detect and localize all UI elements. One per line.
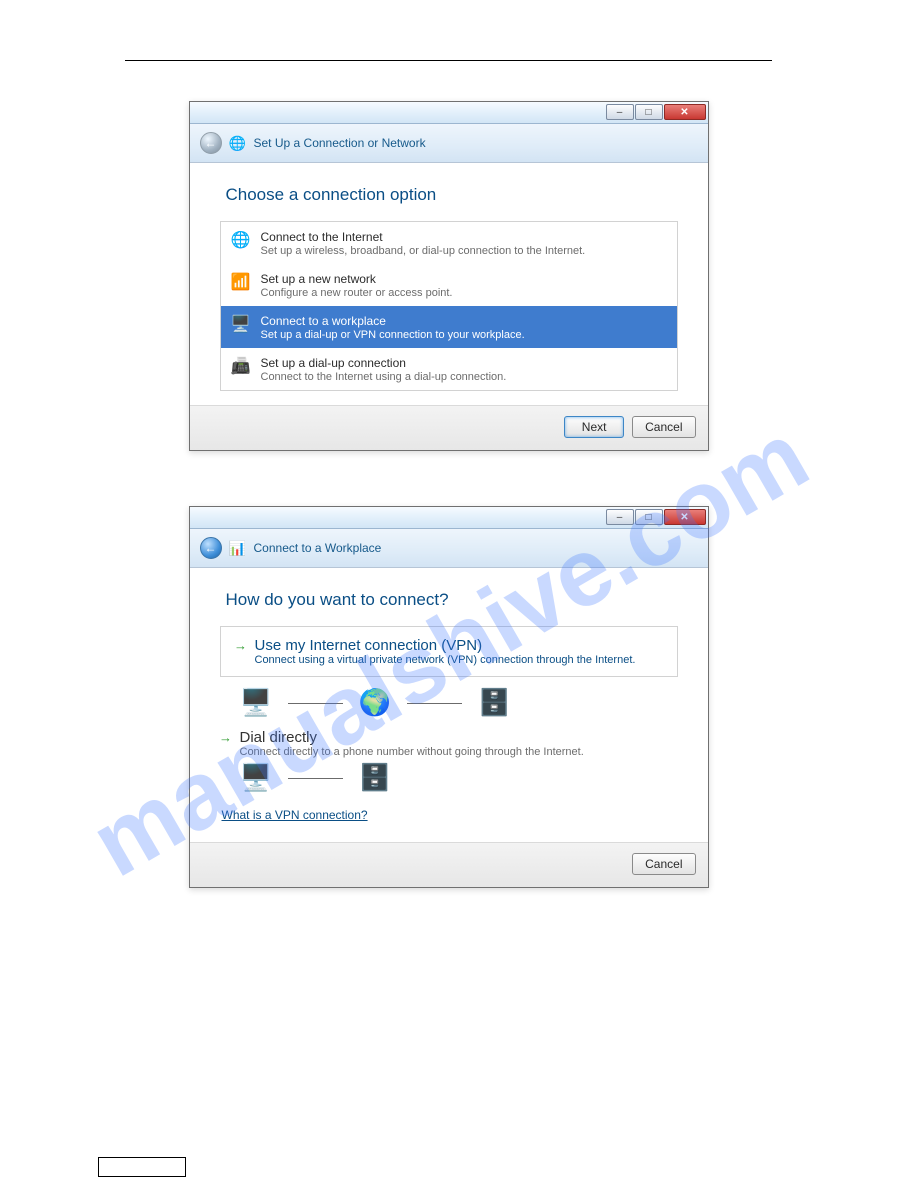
wizard-header: ← 🌐 Set Up a Connection or Network (190, 124, 708, 163)
cancel-button[interactable]: Cancel (632, 416, 695, 438)
option-subtitle: Set up a wireless, broadband, or dial-up… (261, 244, 586, 258)
maximize-button[interactable]: □ (635, 104, 663, 120)
option-setup-network[interactable]: 📶 Set up a new network Configure a new r… (221, 264, 677, 306)
option-connect-workplace[interactable]: 🖥️ Connect to a workplace Set up a dial-… (221, 306, 677, 348)
option-dial-directly[interactable]: → Dial directly Connect directly to a ph… (220, 729, 678, 790)
maximize-button[interactable]: □ (635, 509, 663, 525)
maximize-icon: □ (645, 512, 651, 523)
option-subtitle: Configure a new router or access point. (261, 286, 453, 300)
option-title: Set up a new network (261, 272, 453, 286)
option-setup-dialup[interactable]: 📠 Set up a dial-up connection Connect to… (221, 348, 677, 390)
network-icon: 🌐 (230, 135, 246, 151)
workplace-icon: 🖥️ (231, 314, 251, 334)
minimize-icon: – (617, 107, 623, 118)
option-subtitle: Connect to the Internet using a dial-up … (261, 370, 507, 384)
option-title: Set up a dial-up connection (261, 356, 507, 370)
server-icon: 🗄️ (359, 764, 391, 790)
option-title: Use my Internet connection (VPN) (255, 637, 483, 654)
arrow-icon: → (220, 732, 232, 744)
cancel-button[interactable]: Cancel (632, 853, 695, 875)
diagram-line (407, 703, 462, 704)
section-title: How do you want to connect? (226, 590, 678, 610)
option-title: Connect to a workplace (261, 314, 525, 328)
dialog-connect-workplace: – □ ✕ ← 📊 Connect to a Workplace How do … (189, 506, 709, 888)
globe-icon: 🌐 (231, 230, 251, 250)
wizard-header: ← 📊 Connect to a Workplace (190, 529, 708, 568)
titlebar: – □ ✕ (190, 507, 708, 529)
back-icon: ← (205, 136, 217, 150)
computer-icon: 🖥️ (240, 689, 272, 715)
minimize-button[interactable]: – (606, 104, 634, 120)
close-icon: ✕ (680, 512, 688, 523)
option-title: Connect to the Internet (261, 230, 586, 244)
option-subtitle: Connect directly to a phone number witho… (240, 746, 678, 758)
dial-diagram: 🖥️ 🗄️ (240, 764, 678, 790)
vpn-diagram: 🖥️ 🌍 🗄️ (240, 689, 678, 715)
dialog-body: How do you want to connect? → Use my Int… (190, 568, 708, 842)
section-title: Choose a connection option (226, 185, 678, 205)
maximize-icon: □ (645, 107, 651, 118)
router-icon: 📶 (231, 272, 251, 292)
back-button: ← (200, 132, 222, 154)
minimize-button[interactable]: – (606, 509, 634, 525)
dialog-button-row: Next Cancel (190, 405, 708, 450)
option-connect-internet[interactable]: 🌐 Connect to the Internet Set up a wirel… (221, 222, 677, 264)
back-button[interactable]: ← (200, 537, 222, 559)
option-subtitle: Connect using a virtual private network … (255, 654, 663, 666)
diagram-line (288, 703, 343, 704)
option-use-vpn[interactable]: → Use my Internet connection (VPN) Conne… (220, 626, 678, 677)
minimize-icon: – (617, 512, 623, 523)
option-title: Dial directly (240, 729, 318, 746)
dialog-body: Choose a connection option 🌐 Connect to … (190, 163, 708, 405)
telephone-icon: 📠 (231, 356, 251, 376)
window-title: Connect to a Workplace (254, 541, 382, 555)
connection-option-list: 🌐 Connect to the Internet Set up a wirel… (220, 221, 678, 391)
page-footer-box (98, 1157, 186, 1177)
next-button[interactable]: Next (564, 416, 624, 438)
dialog-setup-connection: – □ ✕ ← 🌐 Set Up a Connection or Network… (189, 101, 709, 451)
dialog-button-row: Cancel (190, 842, 708, 887)
close-button[interactable]: ✕ (664, 104, 706, 120)
server-icon: 🗄️ (478, 689, 510, 715)
page-header-rule (125, 60, 772, 61)
globe-icon: 🌍 (359, 689, 391, 715)
arrow-icon: → (235, 640, 247, 652)
buildings-icon: 📊 (230, 540, 246, 556)
close-button[interactable]: ✕ (664, 509, 706, 525)
help-link-vpn[interactable]: What is a VPN connection? (222, 808, 678, 822)
back-icon: ← (205, 541, 217, 555)
computer-icon: 🖥️ (240, 764, 272, 790)
diagram-line (288, 778, 343, 779)
window-title: Set Up a Connection or Network (254, 136, 426, 150)
option-subtitle: Set up a dial-up or VPN connection to yo… (261, 328, 525, 342)
close-icon: ✕ (680, 107, 688, 118)
titlebar: – □ ✕ (190, 102, 708, 124)
